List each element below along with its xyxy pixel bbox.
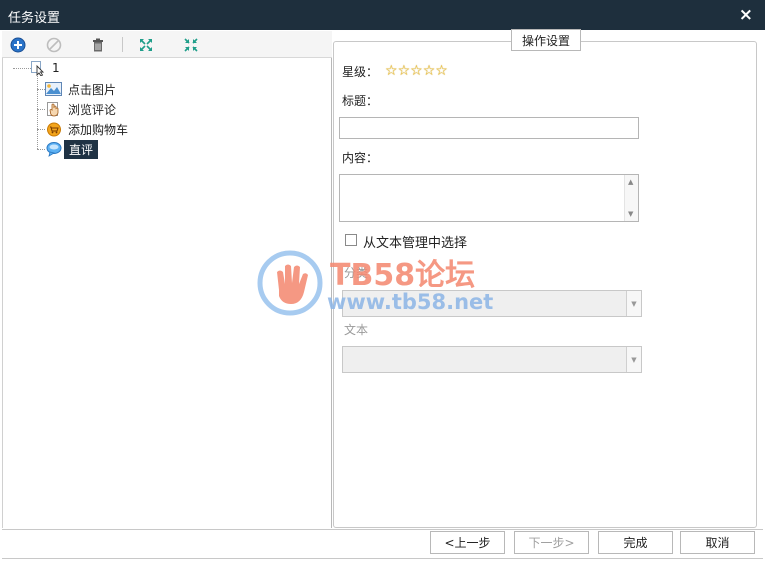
- chevron-down-icon[interactable]: ▼: [626, 291, 641, 316]
- tree-item-label: 浏览评论: [68, 102, 117, 117]
- tree-item-label: 添加购物车: [68, 122, 129, 137]
- tree-toolbar: [2, 31, 332, 58]
- star-icon[interactable]: ☆: [385, 63, 398, 79]
- star-icon[interactable]: ☆: [423, 63, 436, 79]
- disable-button[interactable]: [44, 35, 64, 55]
- content-label: 内容：: [342, 151, 379, 165]
- delete-button[interactable]: [88, 35, 108, 55]
- image-icon: [45, 81, 62, 97]
- star-icon[interactable]: ☆: [398, 63, 411, 79]
- rating-label: 星级：: [342, 65, 379, 79]
- task-tree: 1 点击图片 浏览评论 添加购物车 直评: [2, 58, 332, 528]
- collapse-icon: [184, 38, 198, 52]
- chevron-down-icon[interactable]: ▼: [626, 347, 641, 372]
- content-textarea[interactable]: ▲ ▼: [339, 174, 639, 222]
- expand-all-button[interactable]: [136, 35, 156, 55]
- cursor-page-icon: [29, 60, 46, 76]
- tree-item-direct-review[interactable]: 直评: [45, 139, 99, 159]
- star-icon[interactable]: ☆: [435, 63, 448, 79]
- finish-button[interactable]: 完成: [598, 531, 673, 554]
- cancel-button[interactable]: 取消: [680, 531, 755, 554]
- trash-icon: [93, 38, 103, 52]
- star-rating[interactable]: ☆ ☆ ☆ ☆ ☆: [385, 63, 448, 79]
- tree-root-item[interactable]: 1: [29, 59, 60, 77]
- toolbar-separator: [122, 37, 123, 52]
- tree-connector: [37, 149, 45, 150]
- star-icon[interactable]: ☆: [410, 63, 423, 79]
- disable-icon: [46, 37, 62, 53]
- scroll-down-icon[interactable]: ▼: [628, 210, 633, 218]
- category-label: 分类: [344, 266, 369, 280]
- from-text-checkbox[interactable]: [345, 234, 357, 246]
- add-icon: [10, 37, 26, 53]
- scroll-up-icon[interactable]: ▲: [628, 178, 633, 186]
- from-text-checkbox-label[interactable]: 从文本管理中选择: [363, 232, 467, 251]
- tree-root-label: 1: [52, 61, 60, 75]
- tree-connector: [37, 109, 45, 110]
- operation-settings-panel: [333, 41, 757, 528]
- prev-step-button[interactable]: <上一步: [430, 531, 505, 554]
- title-bar: 任务设置 ×: [0, 0, 765, 30]
- category-select[interactable]: ▼: [342, 290, 642, 317]
- text-label: 文本: [344, 323, 369, 337]
- tree-connector: [37, 89, 45, 90]
- operation-settings-title: 操作设置: [511, 29, 581, 51]
- close-icon[interactable]: ×: [739, 5, 753, 25]
- hand-icon: [45, 101, 62, 117]
- window-title: 任务设置: [8, 11, 61, 26]
- tree-item-label: 点击图片: [68, 82, 117, 97]
- tree-item-label: 直评: [64, 139, 99, 159]
- content-scrollbar[interactable]: ▲ ▼: [624, 175, 638, 221]
- tree-connector: [37, 129, 45, 130]
- tree-connector: [37, 76, 38, 149]
- title-label: 标题：: [342, 94, 379, 108]
- title-input[interactable]: [339, 117, 639, 139]
- text-select[interactable]: ▼: [342, 346, 642, 373]
- add-button[interactable]: [8, 35, 28, 55]
- tree-item-click-image[interactable]: 点击图片: [45, 80, 116, 98]
- expand-icon: [140, 39, 152, 51]
- tree-item-add-to-cart[interactable]: 添加购物车: [45, 120, 128, 138]
- chat-bubble-icon: [45, 141, 62, 157]
- tree-item-browse-comments[interactable]: 浏览评论: [45, 100, 116, 118]
- next-step-button[interactable]: 下一步>: [514, 531, 589, 554]
- collapse-all-button[interactable]: [181, 35, 201, 55]
- cart-icon: [45, 121, 62, 137]
